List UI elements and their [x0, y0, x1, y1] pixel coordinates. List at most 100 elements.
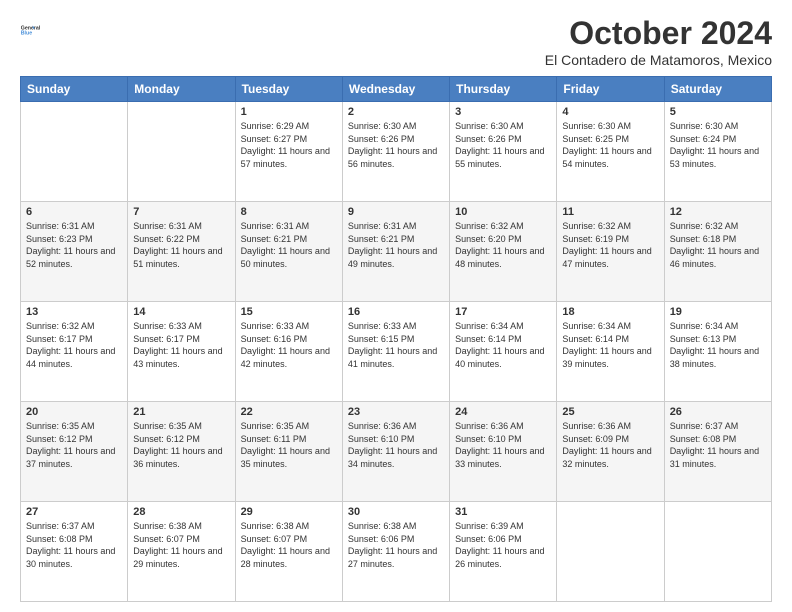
week-row-2: 6Sunrise: 6:31 AM Sunset: 6:23 PM Daylig… [21, 202, 772, 302]
day-number: 27 [26, 506, 122, 518]
month-title: October 2024 [545, 15, 772, 52]
day-cell [557, 502, 664, 602]
day-info: Sunrise: 6:31 AM Sunset: 6:21 PM Dayligh… [241, 220, 337, 270]
day-cell: 4 Sunrise: 6:30 AM Sunset: 6:25 PM Daylig… [557, 102, 664, 202]
day-info: Sunrise: 6:33 AM Sunset: 6:17 PM Dayligh… [133, 320, 229, 370]
day-cell: 1Sunrise: 6:29 AM Sunset: 6:27 PM Daylig… [235, 102, 342, 202]
calendar-table: Sunday Monday Tuesday Wednesday Thursday… [20, 76, 772, 602]
day-cell: 19Sunrise: 6:34 AM Sunset: 6:13 PM Dayli… [664, 302, 771, 402]
week-row-3: 13 Sunrise: 6:32 AM Sunset: 6:17 PM Dayli… [21, 302, 772, 402]
day-cell: 11 Sunrise: 6:32 AM Sunset: 6:19 PM Dayli… [557, 202, 664, 302]
day-info: Sunrise: 6:32 AM Sunset: 6:20 PM Dayligh… [455, 220, 551, 270]
day-cell: 29 Sunrise: 6:38 AM Sunset: 6:07 PM Dayli… [235, 502, 342, 602]
day-info: Sunrise: 6:35 AM Sunset: 6:12 PM Dayligh… [133, 420, 229, 470]
day-number: 11 [562, 206, 658, 218]
day-number: 21 [133, 406, 229, 418]
day-info: Sunrise: 6:34 AM Sunset: 6:14 PM Dayligh… [455, 320, 551, 370]
day-cell: 31 Sunrise: 6:39 AM Sunset: 6:06 PM Dayli… [450, 502, 557, 602]
day-info: Sunrise: 6:36 AM Sunset: 6:10 PM Dayligh… [455, 420, 551, 470]
day-number: 22 [241, 406, 337, 418]
col-wednesday: Wednesday [342, 77, 449, 102]
week-row-1: 1Sunrise: 6:29 AM Sunset: 6:27 PM Daylig… [21, 102, 772, 202]
day-info: Sunrise: 6:38 AM Sunset: 6:07 PM Dayligh… [241, 520, 337, 570]
day-info: Sunrise: 6:31 AM Sunset: 6:21 PM Dayligh… [348, 220, 444, 270]
day-info: Sunrise: 6:30 AM Sunset: 6:24 PM Dayligh… [670, 120, 766, 170]
day-info: Sunrise: 6:31 AM Sunset: 6:22 PM Dayligh… [133, 220, 229, 270]
day-info: Sunrise: 6:37 AM Sunset: 6:08 PM Dayligh… [670, 420, 766, 470]
day-number: 10 [455, 206, 551, 218]
day-number: 24 [455, 406, 551, 418]
day-info: Sunrise: 6:39 AM Sunset: 6:06 PM Dayligh… [455, 520, 551, 570]
day-info: Sunrise: 6:36 AM Sunset: 6:10 PM Dayligh… [348, 420, 444, 470]
day-cell: 16Sunrise: 6:33 AM Sunset: 6:15 PM Dayli… [342, 302, 449, 402]
day-number: 3 [455, 106, 551, 118]
day-number: 28 [133, 506, 229, 518]
day-info: Sunrise: 6:32 AM Sunset: 6:19 PM Dayligh… [562, 220, 658, 270]
col-monday: Monday [128, 77, 235, 102]
day-cell: 17Sunrise: 6:34 AM Sunset: 6:14 PM Dayli… [450, 302, 557, 402]
day-number: 29 [241, 506, 337, 518]
title-block: October 2024 El Contadero de Matamoros, … [545, 15, 772, 68]
day-cell: 28 Sunrise: 6:38 AM Sunset: 6:07 PM Dayli… [128, 502, 235, 602]
day-cell: 18 Sunrise: 6:34 AM Sunset: 6:14 PM Dayli… [557, 302, 664, 402]
day-info: Sunrise: 6:33 AM Sunset: 6:16 PM Dayligh… [241, 320, 337, 370]
day-cell: 24 Sunrise: 6:36 AM Sunset: 6:10 PM Dayli… [450, 402, 557, 502]
calendar-header-row: Sunday Monday Tuesday Wednesday Thursday… [21, 77, 772, 102]
week-row-4: 20Sunrise: 6:35 AM Sunset: 6:12 PM Dayli… [21, 402, 772, 502]
day-cell: 22 Sunrise: 6:35 AM Sunset: 6:11 PM Dayli… [235, 402, 342, 502]
day-info: Sunrise: 6:35 AM Sunset: 6:11 PM Dayligh… [241, 420, 337, 470]
day-info: Sunrise: 6:36 AM Sunset: 6:09 PM Dayligh… [562, 420, 658, 470]
day-cell: 21 Sunrise: 6:35 AM Sunset: 6:12 PM Dayli… [128, 402, 235, 502]
day-info: Sunrise: 6:38 AM Sunset: 6:07 PM Dayligh… [133, 520, 229, 570]
logo: General Blue [20, 15, 50, 45]
day-info: Sunrise: 6:32 AM Sunset: 6:17 PM Dayligh… [26, 320, 122, 370]
day-number: 23 [348, 406, 444, 418]
day-number: 18 [562, 306, 658, 318]
header: General Blue October 2024 El Contadero d… [20, 15, 772, 68]
day-info: Sunrise: 6:37 AM Sunset: 6:08 PM Dayligh… [26, 520, 122, 570]
day-cell: 6Sunrise: 6:31 AM Sunset: 6:23 PM Daylig… [21, 202, 128, 302]
week-row-5: 27 Sunrise: 6:37 AM Sunset: 6:08 PM Dayli… [21, 502, 772, 602]
day-number: 16 [348, 306, 444, 318]
day-cell: 26 Sunrise: 6:37 AM Sunset: 6:08 PM Dayli… [664, 402, 771, 502]
day-info: Sunrise: 6:30 AM Sunset: 6:25 PM Dayligh… [562, 120, 658, 170]
day-cell: 7 Sunrise: 6:31 AM Sunset: 6:22 PM Daylig… [128, 202, 235, 302]
day-cell: 20Sunrise: 6:35 AM Sunset: 6:12 PM Dayli… [21, 402, 128, 502]
svg-text:Blue: Blue [21, 31, 32, 37]
day-cell: 30 Sunrise: 6:38 AM Sunset: 6:06 PM Dayli… [342, 502, 449, 602]
day-cell: 2Sunrise: 6:30 AM Sunset: 6:26 PM Daylig… [342, 102, 449, 202]
day-cell [128, 102, 235, 202]
day-info: Sunrise: 6:34 AM Sunset: 6:14 PM Dayligh… [562, 320, 658, 370]
day-info: Sunrise: 6:34 AM Sunset: 6:13 PM Dayligh… [670, 320, 766, 370]
day-number: 25 [562, 406, 658, 418]
day-info: Sunrise: 6:30 AM Sunset: 6:26 PM Dayligh… [455, 120, 551, 170]
day-number: 13 [26, 306, 122, 318]
day-cell: 25 Sunrise: 6:36 AM Sunset: 6:09 PM Dayli… [557, 402, 664, 502]
col-tuesday: Tuesday [235, 77, 342, 102]
day-number: 12 [670, 206, 766, 218]
day-cell [664, 502, 771, 602]
page: General Blue October 2024 El Contadero d… [0, 0, 792, 612]
day-cell: 12Sunrise: 6:32 AM Sunset: 6:18 PM Dayli… [664, 202, 771, 302]
day-cell: 14 Sunrise: 6:33 AM Sunset: 6:17 PM Dayli… [128, 302, 235, 402]
day-number: 2 [348, 106, 444, 118]
day-number: 7 [133, 206, 229, 218]
day-number: 8 [241, 206, 337, 218]
day-cell: 9 Sunrise: 6:31 AM Sunset: 6:21 PM Daylig… [342, 202, 449, 302]
day-number: 31 [455, 506, 551, 518]
day-number: 5 [670, 106, 766, 118]
day-info: Sunrise: 6:38 AM Sunset: 6:06 PM Dayligh… [348, 520, 444, 570]
day-number: 4 [562, 106, 658, 118]
day-number: 14 [133, 306, 229, 318]
day-cell: 13 Sunrise: 6:32 AM Sunset: 6:17 PM Dayli… [21, 302, 128, 402]
location: El Contadero de Matamoros, Mexico [545, 52, 772, 68]
logo-icon: General Blue [20, 15, 50, 45]
day-number: 6 [26, 206, 122, 218]
day-cell: 8 Sunrise: 6:31 AM Sunset: 6:21 PM Daylig… [235, 202, 342, 302]
day-number: 30 [348, 506, 444, 518]
col-saturday: Saturday [664, 77, 771, 102]
col-friday: Friday [557, 77, 664, 102]
day-number: 15 [241, 306, 337, 318]
day-number: 9 [348, 206, 444, 218]
day-number: 26 [670, 406, 766, 418]
